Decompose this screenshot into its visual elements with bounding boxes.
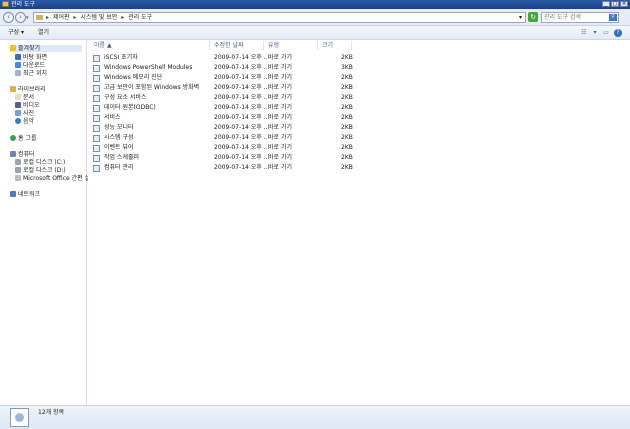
command-bar: 구성 ▾ 열기 ☷ ▾ ▭ ? bbox=[0, 26, 630, 40]
breadcrumb[interactable]: ▸ 제어판 ▸ 시스템 및 보안 ▸ 관리 도구 ▾ bbox=[33, 12, 526, 23]
documents-icon bbox=[15, 94, 21, 100]
pictures-icon bbox=[15, 110, 21, 116]
maximize-button[interactable]: □ bbox=[611, 1, 619, 7]
videos-icon bbox=[15, 102, 21, 108]
homegroup-icon bbox=[10, 135, 16, 141]
column-header-name[interactable]: 이름 ▲ bbox=[90, 41, 210, 50]
file-row[interactable]: 컴퓨터 관리 2009-07-14 오후 ... 바로 가기 2KB bbox=[93, 163, 353, 173]
file-row[interactable]: 이벤트 뷰어 2009-07-14 오후 ... 바로 가기 2KB bbox=[93, 143, 353, 153]
file-row[interactable]: 구성 요소 서비스 2009-07-14 오후 ... 바로 가기 2KB bbox=[93, 93, 353, 103]
search-box[interactable]: ⚲ bbox=[541, 12, 619, 23]
star-icon bbox=[10, 45, 16, 51]
history-dropdown-icon[interactable]: ▾ bbox=[26, 15, 29, 21]
search-icon[interactable]: ⚲ bbox=[609, 14, 617, 21]
shortcut-icon bbox=[93, 75, 100, 82]
title-bar: 관리 도구 _ □ × bbox=[0, 0, 630, 9]
hard-drive-icon bbox=[15, 167, 21, 173]
sidebar-item-favorites[interactable]: 즐겨찾기 bbox=[10, 45, 82, 52]
shortcut-icon bbox=[93, 125, 100, 132]
file-row[interactable]: 데이터 원본(ODBC) 2009-07-14 오후 ... 바로 가기 2KB bbox=[93, 103, 353, 113]
breadcrumb-item[interactable]: 제어판 bbox=[53, 14, 70, 21]
shortcut-icon bbox=[93, 155, 100, 162]
breadcrumb-separator: ▸ bbox=[121, 14, 125, 21]
shortcut-icon bbox=[93, 85, 100, 92]
shortcut-icon bbox=[93, 165, 100, 172]
breadcrumb-item[interactable]: 시스템 및 보안 bbox=[80, 14, 117, 21]
preview-pane-icon[interactable]: ▭ bbox=[602, 29, 610, 37]
file-row[interactable]: Windows 메모리 진단 2009-07-14 오후 ... 바로 가기 2… bbox=[93, 73, 353, 83]
chevron-down-icon[interactable]: ▾ bbox=[591, 29, 599, 37]
drive-icon bbox=[15, 175, 21, 181]
refresh-button[interactable]: ↻ bbox=[528, 12, 538, 22]
download-icon bbox=[15, 62, 21, 68]
breadcrumb-separator: ▸ bbox=[73, 14, 77, 21]
shortcut-icon bbox=[93, 115, 100, 122]
chevron-down-icon[interactable]: ▾ bbox=[519, 14, 522, 22]
view-options-icon[interactable]: ☷ bbox=[580, 29, 588, 37]
navigation-pane: 즐겨찾기 바탕 화면 다운로드 최근 위치 라이브러리 문서 비디오 사진 음악… bbox=[0, 40, 90, 405]
shortcut-icon bbox=[93, 135, 100, 142]
file-row[interactable]: 작업 스케줄러 2009-07-14 오후 ... 바로 가기 2KB bbox=[93, 153, 353, 163]
shortcut-icon bbox=[93, 65, 100, 72]
shortcut-icon bbox=[93, 105, 100, 112]
administrative-tools-icon bbox=[10, 408, 29, 427]
control-panel-icon bbox=[36, 15, 43, 20]
minimize-button[interactable]: _ bbox=[602, 1, 610, 7]
recent-places-icon bbox=[15, 70, 21, 76]
window-title: 관리 도구 bbox=[11, 1, 35, 8]
computer-icon bbox=[10, 151, 16, 157]
item-count: 12개 항목 bbox=[38, 409, 65, 416]
network-icon bbox=[10, 191, 16, 197]
details-pane: 12개 항목 bbox=[0, 405, 630, 429]
music-icon bbox=[15, 118, 21, 124]
window-controls: _ □ × bbox=[602, 1, 628, 7]
column-header-type[interactable]: 유형 bbox=[264, 41, 318, 50]
file-row[interactable]: 서비스 2009-07-14 오후 ... 바로 가기 2KB bbox=[93, 113, 353, 123]
organize-button[interactable]: 구성 ▾ bbox=[8, 29, 24, 37]
file-row[interactable]: 성능 모니터 2009-07-14 오후 ... 바로 가기 2KB bbox=[93, 123, 353, 133]
back-button[interactable]: ‹ bbox=[3, 12, 14, 23]
file-row[interactable]: 고급 보안이 포함된 Windows 방화벽 2009-07-14 오후 ...… bbox=[93, 83, 353, 93]
file-list: 이름 ▲ 수정한 날짜 유형 크기 iSCSI 초기자 2009-07-14 오… bbox=[88, 40, 630, 405]
shortcut-icon bbox=[93, 55, 100, 62]
library-icon bbox=[10, 86, 16, 92]
close-button[interactable]: × bbox=[620, 1, 628, 7]
folder-icon bbox=[2, 1, 9, 7]
help-icon[interactable]: ? bbox=[614, 29, 622, 37]
desktop-icon bbox=[15, 54, 21, 60]
file-row[interactable]: 시스템 구성 2009-07-14 오후 ... 바로 가기 2KB bbox=[93, 133, 353, 143]
address-bar: ‹ › ▾ ▸ 제어판 ▸ 시스템 및 보안 ▸ 관리 도구 ▾ ↻ ⚲ bbox=[0, 9, 630, 26]
shortcut-icon bbox=[93, 95, 100, 102]
file-row[interactable]: Windows PowerShell Modules 2009-07-14 오후… bbox=[93, 63, 353, 73]
forward-button[interactable]: › bbox=[15, 12, 26, 23]
breadcrumb-separator: ▸ bbox=[46, 14, 50, 21]
shortcut-icon bbox=[93, 145, 100, 152]
file-row[interactable]: iSCSI 초기자 2009-07-14 오후 ... 바로 가기 2KB bbox=[93, 53, 353, 63]
hard-drive-icon bbox=[15, 159, 21, 165]
breadcrumb-item[interactable]: 관리 도구 bbox=[128, 14, 152, 21]
column-header-size[interactable]: 크기 bbox=[318, 41, 352, 50]
search-input[interactable] bbox=[542, 13, 608, 22]
column-header-date[interactable]: 수정한 날짜 bbox=[210, 41, 264, 50]
open-button[interactable]: 열기 bbox=[38, 29, 49, 37]
